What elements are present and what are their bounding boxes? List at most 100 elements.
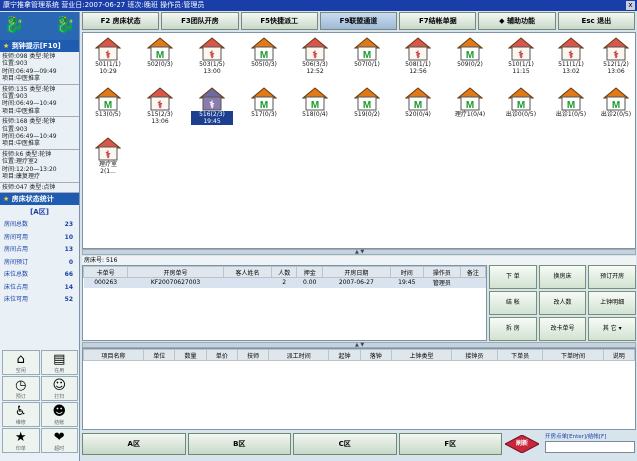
- room-tile[interactable]: M 513(0/5): [87, 87, 129, 135]
- room-tile[interactable]: ⚕ 515(2/3) 13:06: [139, 87, 181, 135]
- stat-row: 床位总数 66: [0, 269, 79, 282]
- svg-text:M: M: [517, 100, 525, 111]
- column-header[interactable]: 人数: [271, 266, 298, 278]
- column-header[interactable]: 说明: [602, 349, 636, 361]
- svg-text:⚕: ⚕: [209, 100, 215, 111]
- hint-item[interactable]: 技师:135 类型:轮钟 位置:903 时间:06:49—10:49 项目:中医推拿: [0, 85, 79, 118]
- tool-button[interactable]: ◷ 预订: [2, 376, 40, 401]
- tool-button[interactable]: ☻ 结帐: [40, 402, 78, 427]
- column-header[interactable]: 押金: [296, 266, 324, 278]
- action-button[interactable]: 上钟明细: [588, 291, 636, 315]
- room-label: 理疗1(0/4): [454, 111, 486, 118]
- room-tile[interactable]: M 出诊2(0/5): [595, 87, 637, 135]
- column-header[interactable]: 备注: [459, 266, 487, 278]
- occupied-room-icon: ⚕: [199, 87, 225, 111]
- room-tile[interactable]: M 519(0/2): [346, 87, 388, 135]
- menu-button[interactable]: F3团队开房: [161, 12, 239, 30]
- room-tile[interactable]: ⚕ 501(1/1) 10:29: [87, 37, 129, 85]
- hint-item[interactable]: 技师:047 类型:点钟: [0, 183, 79, 193]
- stats-header[interactable]: ★ 房床状态统计: [0, 192, 79, 205]
- room-tile[interactable]: ⚕ 506(3/3) 12:52: [294, 37, 336, 85]
- menu-button[interactable]: Esc 退出: [557, 12, 635, 30]
- action-button[interactable]: 拆 房: [489, 317, 537, 341]
- room-tile[interactable]: M 509(0/2): [449, 37, 491, 85]
- tool-button[interactable]: ❤ 超时: [40, 428, 78, 453]
- table-row[interactable]: 000263 KF20070627003 2 0.00 2007-06-27 19:45 管…: [83, 277, 486, 288]
- menu-button[interactable]: F5快捷派工: [240, 12, 318, 30]
- occupied-room-icon: ⚕: [147, 87, 173, 111]
- column-header[interactable]: 操作员: [423, 266, 461, 278]
- stat-row: 床位占用 14: [0, 282, 79, 295]
- hint-item[interactable]: 技师:k6 类型:轮钟 位置:理疗室2 时间:12:20—13:20 项目:康复理疗: [0, 150, 79, 183]
- tool-button[interactable]: ★ 印单: [2, 428, 40, 453]
- tool-button[interactable]: ☺ 打扫: [40, 376, 78, 401]
- room-tile[interactable]: M 518(0/4): [294, 87, 336, 135]
- action-button[interactable]: 其 它 ▾: [588, 317, 636, 341]
- room-tile[interactable]: M 520(0/4): [397, 87, 439, 135]
- zone-tab[interactable]: B区: [187, 433, 291, 455]
- column-header[interactable]: 上钟类型: [390, 349, 453, 361]
- column-header[interactable]: 落钟: [359, 349, 392, 361]
- column-header[interactable]: 单价: [205, 349, 238, 361]
- title-bar: 康宁推拿管理系统 营业日:2007-06-27 班次:晚班 操作员:管理员 x: [0, 0, 637, 11]
- column-header[interactable]: 下单时间: [542, 349, 604, 361]
- vacant-room-icon: M: [302, 87, 328, 111]
- column-header[interactable]: 数量: [174, 349, 207, 361]
- column-header[interactable]: 卡单号: [82, 266, 129, 278]
- menu-button[interactable]: F7结帐单据: [399, 12, 477, 30]
- zone-tab[interactable]: A区: [82, 433, 186, 455]
- room-tile[interactable]: ⚕ 511(1/1) 13:02: [550, 37, 592, 85]
- column-header[interactable]: 接钟员: [451, 349, 498, 361]
- tool-button[interactable]: ♿ 维修: [2, 402, 40, 427]
- menu-button[interactable]: ◆ 辅助功能: [478, 12, 556, 30]
- room-time: 13:06: [151, 118, 169, 125]
- column-header[interactable]: 时间: [389, 266, 425, 278]
- zone-tab[interactable]: C区: [293, 433, 397, 455]
- refresh-button[interactable]: 刷新: [505, 435, 539, 453]
- quick-input[interactable]: [545, 441, 635, 453]
- column-header[interactable]: 项目名称: [82, 349, 145, 361]
- zone-tab[interactable]: F区: [398, 433, 502, 455]
- column-header[interactable]: 开房日期: [322, 266, 391, 278]
- stat-value: 13: [64, 246, 73, 254]
- column-header[interactable]: 单位: [143, 349, 176, 361]
- room-tile[interactable]: ⚕ 508(1/1) 12:56: [397, 37, 439, 85]
- action-button[interactable]: 改卡单号: [538, 317, 587, 341]
- tool-button[interactable]: ⌂ 空闲: [2, 350, 40, 375]
- star-icon: ★: [3, 194, 12, 203]
- action-button[interactable]: 换房床: [538, 265, 587, 289]
- column-header[interactable]: 起钟: [328, 349, 361, 361]
- table-cell: 2007-06-27: [322, 277, 391, 288]
- menu-button[interactable]: F9联盟通道: [319, 12, 398, 30]
- hint-item[interactable]: 技师:098 类型:轮钟 位置:903 时间:06:49—09:49 项目:中医推拿: [0, 52, 79, 85]
- tool-button[interactable]: ▤ 在用: [40, 350, 78, 375]
- column-header[interactable]: 派工时间: [268, 349, 330, 361]
- room-tile[interactable]: M 502(0/3): [139, 37, 181, 85]
- room-tile[interactable]: ⚕ 503(1/5) 13:00: [191, 37, 233, 85]
- room-tile[interactable]: M 出诊0(0/5): [500, 87, 542, 135]
- hint-item[interactable]: 技师:168 类型:轮钟 位置:903 时间:06:49—10:49 项目:中医推拿: [0, 117, 79, 150]
- hint-header[interactable]: ★ 到钟提示[F10]: [0, 40, 79, 52]
- action-button[interactable]: 预订开房: [588, 265, 636, 289]
- column-header[interactable]: 技师: [236, 349, 270, 361]
- action-button[interactable]: 改人数: [538, 291, 587, 315]
- room-tile[interactable]: ⚕ 510(1/1) 11:15: [500, 37, 542, 85]
- room-number-label: 房床号: [84, 257, 103, 264]
- table-cell: 0.00: [296, 277, 323, 288]
- room-tile[interactable]: M 理疗1(0/4): [449, 87, 491, 135]
- room-tile[interactable]: M 505(0/3): [243, 37, 285, 85]
- close-icon[interactable]: x: [626, 1, 635, 10]
- column-header[interactable]: 下单员: [496, 349, 544, 361]
- room-tile[interactable]: M 517(0/3): [243, 87, 285, 135]
- room-tile[interactable]: M 507(0/1): [346, 37, 388, 85]
- action-button[interactable]: 结 帐: [489, 291, 537, 315]
- column-header[interactable]: 客人姓名: [222, 266, 273, 278]
- action-button[interactable]: 下 单: [489, 265, 537, 289]
- column-header[interactable]: 开房单号: [127, 266, 224, 278]
- menu-button[interactable]: F2 房床状态: [82, 12, 160, 30]
- room-tile[interactable]: ⚕ 理疗室 2(1...: [87, 137, 129, 185]
- splitter[interactable]: ▲ ▼: [82, 249, 636, 255]
- room-tile[interactable]: ⚕ 516(2/3) 19:45: [191, 87, 233, 135]
- room-tile[interactable]: M 出诊1(0/5): [550, 87, 592, 135]
- room-tile[interactable]: ⚕ 512(1/2) 13:06: [595, 37, 637, 85]
